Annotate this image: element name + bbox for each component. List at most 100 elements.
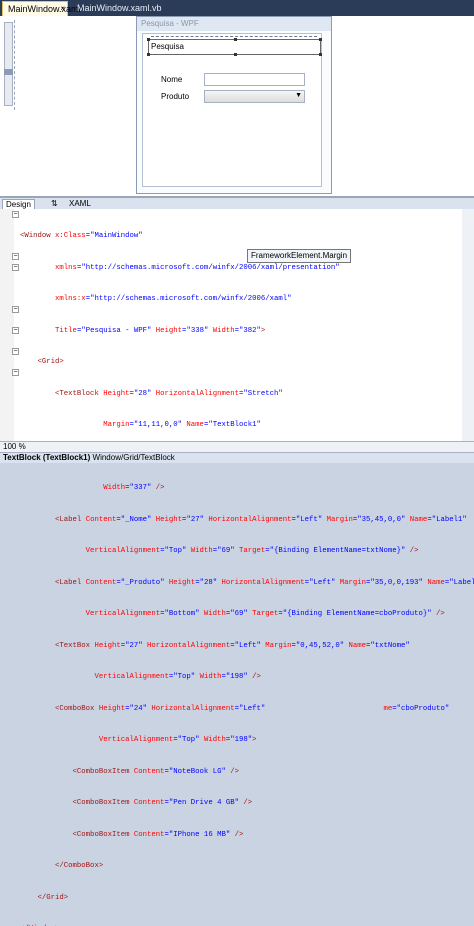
tab-mainwindow-xaml-vb[interactable]: MainWindow.xaml.vb bbox=[72, 1, 167, 16]
code-token: Width bbox=[186, 547, 213, 555]
code-token: Margin bbox=[20, 421, 130, 429]
code-line: VerticalAlignment="Bottom" Width="69" Ta… bbox=[20, 609, 474, 620]
code-token: > bbox=[252, 736, 257, 744]
code-token: "69" bbox=[217, 547, 235, 555]
code-token: /> bbox=[238, 799, 253, 807]
code-token: "{Binding ElementName=cboProduto}" bbox=[282, 610, 432, 618]
produto-combobox[interactable]: ▼ bbox=[204, 90, 305, 103]
resize-handle[interactable] bbox=[319, 38, 322, 41]
fold-toggle-icon[interactable]: − bbox=[12, 348, 19, 355]
resize-handle[interactable] bbox=[147, 38, 150, 41]
resize-handle[interactable] bbox=[319, 53, 322, 56]
view-split-bar: Design ⇅ XAML bbox=[0, 197, 474, 211]
code-token: xmlns bbox=[20, 263, 77, 272]
code-token: Target bbox=[247, 610, 279, 618]
code-line: <ComboBoxItem Content="IPhone 16 MB" /> bbox=[20, 830, 474, 841]
code-token: Name bbox=[405, 515, 428, 524]
close-icon[interactable]: × bbox=[60, 2, 65, 16]
editor-zoom-bar: 100 % bbox=[0, 441, 474, 452]
code-token: "Label1" bbox=[431, 515, 467, 524]
tab-mainwindow-xaml[interactable]: MainWindow.xaml* × bbox=[2, 1, 84, 16]
code-token: "337" bbox=[129, 484, 152, 492]
status-path[interactable]: Window/Grid/TextBlock bbox=[93, 453, 175, 462]
code-line: VerticalAlignment="Top" Width="198"> bbox=[20, 735, 474, 746]
code-line: <TextBlock Height="28" HorizontalAlignme… bbox=[20, 389, 474, 400]
fold-toggle-icon[interactable]: − bbox=[12, 306, 19, 313]
code-token: "Left" bbox=[309, 578, 336, 587]
code-token: <ComboBox bbox=[20, 704, 95, 713]
code-token: "Left" bbox=[234, 641, 261, 650]
code-token: Name bbox=[422, 578, 445, 587]
code-token: "27" bbox=[125, 641, 143, 650]
zoom-slider[interactable] bbox=[4, 22, 13, 106]
fold-toggle-icon[interactable]: − bbox=[12, 253, 19, 260]
code-token: Height bbox=[151, 326, 183, 335]
xaml-editor[interactable]: − − − − − − − <Window x:Class="MainWindo… bbox=[0, 209, 474, 926]
code-token: "Pesquisa - WPF" bbox=[81, 326, 152, 335]
swap-panes-icon[interactable]: ⇅ bbox=[48, 199, 61, 209]
code-line: xmlns="http://schemas.microsoft.com/winf… bbox=[20, 263, 474, 274]
intellisense-tooltip: FrameworkElement.Margin bbox=[247, 249, 352, 263]
fold-toggle-icon[interactable]: − bbox=[12, 264, 19, 271]
design-canvas[interactable]: Pesquisa - WPF Pesquisa Nome Produto ▼ bbox=[0, 16, 474, 197]
code-token: </ComboBox> bbox=[20, 862, 104, 870]
nome-textbox[interactable] bbox=[204, 73, 305, 86]
code-token: HorizontalAlignment bbox=[217, 578, 305, 587]
fold-toggle-icon[interactable]: − bbox=[12, 211, 19, 218]
code-token: "Label2" bbox=[449, 578, 474, 587]
code-line: xmlns:x="http://schemas.microsoft.com/wi… bbox=[20, 294, 474, 305]
code-token: /> bbox=[247, 673, 261, 681]
code-token: "http://schemas.microsoft.com/winfx/2006… bbox=[90, 295, 292, 303]
resize-handle[interactable] bbox=[234, 38, 237, 41]
code-token: "198" bbox=[230, 736, 253, 744]
status-selected-element[interactable]: TextBlock (TextBlock1) bbox=[3, 453, 90, 462]
code-token: > bbox=[260, 326, 266, 335]
code-token: "Left" bbox=[238, 704, 266, 713]
code-token: "Stretch" bbox=[243, 389, 283, 398]
code-token: Title bbox=[20, 326, 77, 335]
chevron-down-icon: ▼ bbox=[295, 92, 302, 99]
code-token: Height bbox=[98, 389, 130, 398]
code-token: Content bbox=[81, 578, 117, 587]
tab-xaml[interactable]: XAML bbox=[66, 199, 94, 209]
code-token: "24" bbox=[129, 704, 148, 713]
code-token: x:Class bbox=[55, 232, 86, 240]
code-token: "Pen Drive 4 GB" bbox=[168, 799, 239, 807]
code-token: HorizontalAlignment bbox=[142, 641, 231, 650]
code-token: xmlns:x bbox=[20, 295, 86, 303]
fold-toggle-icon[interactable]: − bbox=[12, 327, 19, 334]
code-token: HorizontalAlignment bbox=[203, 515, 292, 524]
window-body[interactable]: Pesquisa Nome Produto ▼ bbox=[142, 33, 322, 187]
status-bar: TextBlock (TextBlock1) Window/Grid/TextB… bbox=[0, 452, 474, 463]
code-line: <TextBox Height="27" HorizontalAlignment… bbox=[20, 641, 474, 652]
code-line: Width="337" /> bbox=[20, 483, 474, 494]
code-token: </Grid> bbox=[20, 893, 69, 902]
document-tab-strip: MainWindow.xaml* × MainWindow.xaml.vb bbox=[0, 0, 474, 16]
resize-handle[interactable] bbox=[147, 53, 150, 56]
code-token: <TextBlock bbox=[20, 389, 99, 398]
code-token: VerticalAlignment bbox=[20, 673, 169, 681]
code-token: "69" bbox=[230, 610, 248, 618]
vertical-scrollbar[interactable] bbox=[462, 209, 474, 441]
code-line: <Label Content="_Produto" Height="28" Ho… bbox=[20, 578, 474, 589]
code-line: <ComboBox Height="24" HorizontalAlignmen… bbox=[20, 704, 474, 715]
textblock-selected[interactable]: Pesquisa bbox=[147, 38, 322, 56]
code-token: Height bbox=[90, 641, 121, 650]
code-text[interactable]: <Window x:Class="MainWindow" xmlns="http… bbox=[20, 210, 474, 926]
wpf-window-preview[interactable]: Pesquisa - WPF Pesquisa Nome Produto ▼ bbox=[136, 16, 332, 194]
code-token: Height bbox=[164, 578, 196, 587]
code-token: "Bottom" bbox=[164, 610, 200, 618]
code-token: <ComboBoxItem bbox=[20, 799, 130, 807]
code-token: <Grid> bbox=[20, 358, 64, 366]
fold-toggle-icon[interactable]: − bbox=[12, 369, 19, 376]
resize-handle[interactable] bbox=[234, 53, 237, 56]
code-token: Margin bbox=[335, 578, 366, 587]
code-token: "txtNome" bbox=[370, 641, 410, 650]
zoom-slider-thumb[interactable] bbox=[4, 69, 13, 75]
code-token: Margin bbox=[322, 515, 353, 524]
code-token: "IPhone 16 MB" bbox=[168, 830, 231, 839]
zoom-level[interactable]: 100 % bbox=[3, 442, 26, 452]
code-token: "0,45,52,0" bbox=[295, 641, 345, 650]
code-token: Margin bbox=[260, 641, 292, 650]
code-line: <ComboBoxItem Content="NoteBook LG" /> bbox=[20, 767, 474, 778]
